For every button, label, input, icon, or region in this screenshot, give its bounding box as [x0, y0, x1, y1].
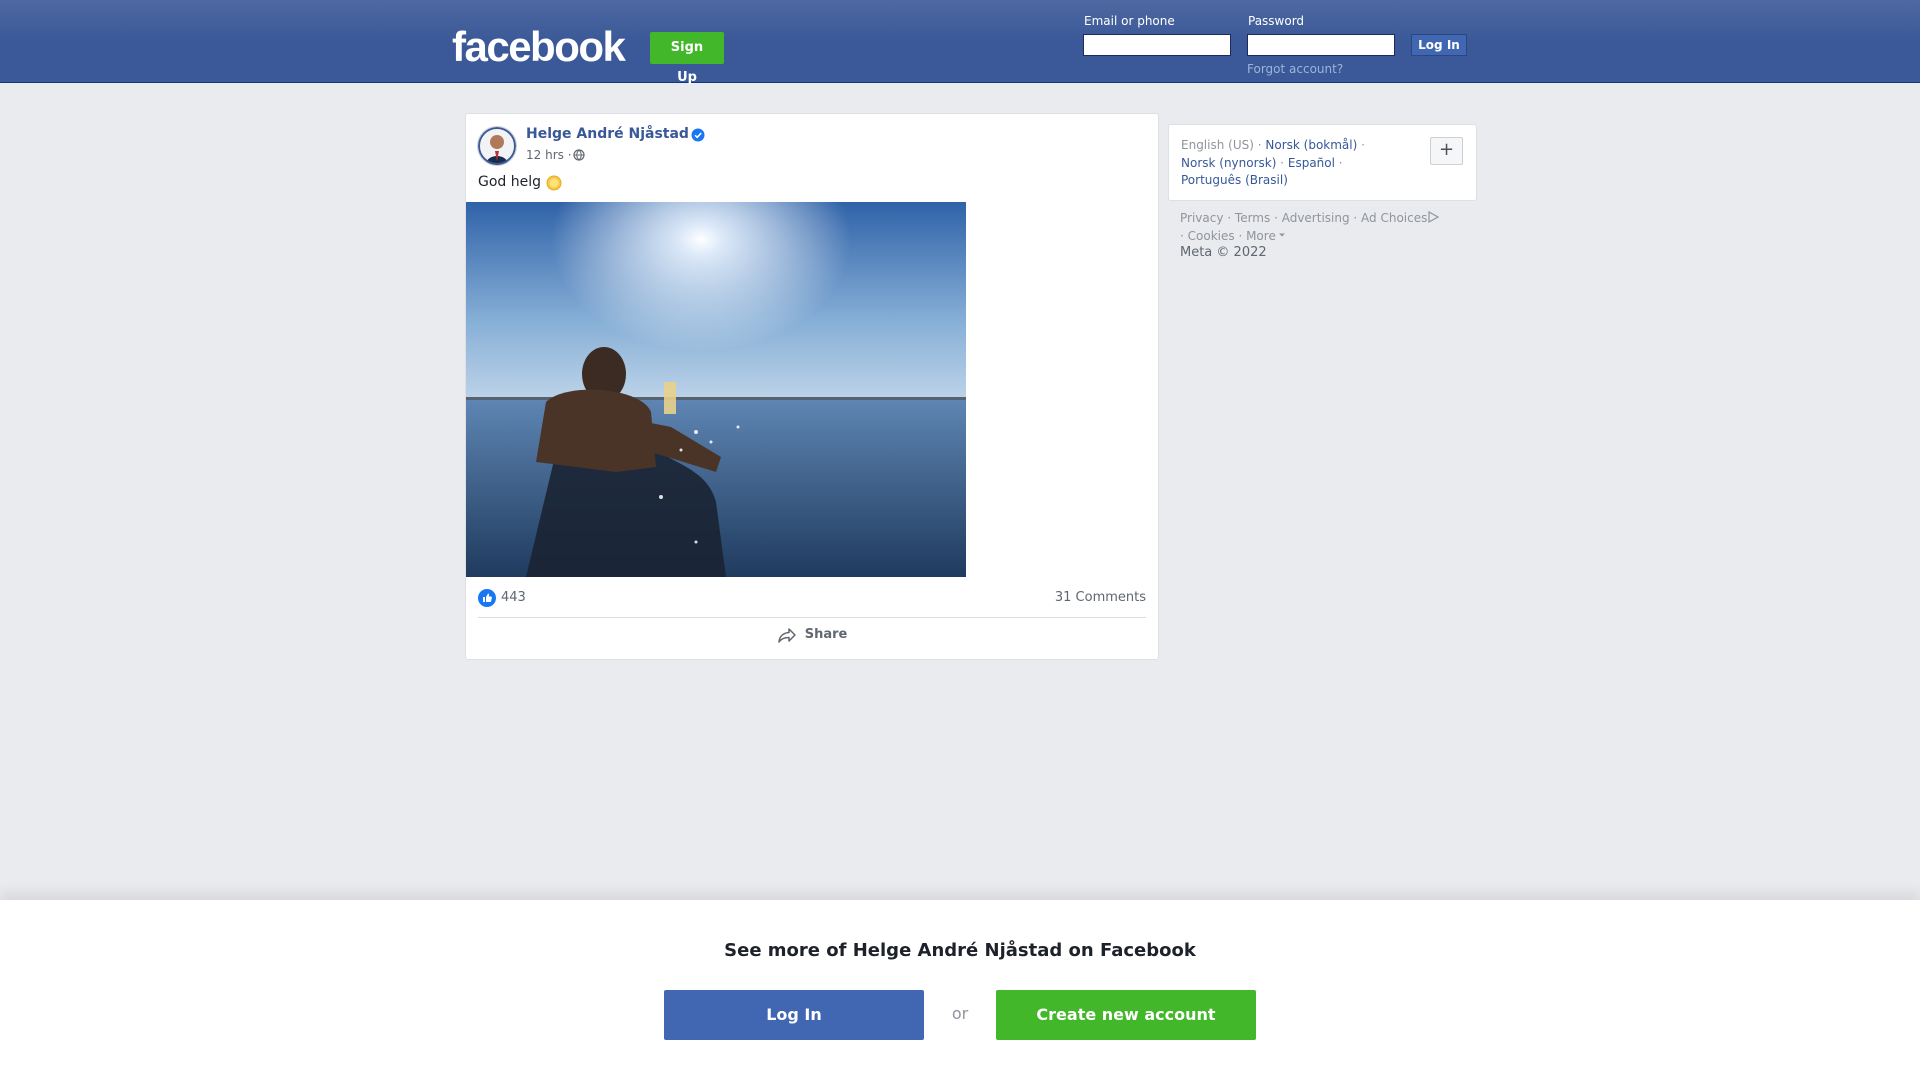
create-account-button[interactable]: Create new account	[996, 990, 1256, 1040]
post-card: Helge André Njåstad 12 hrs · God helg 44…	[465, 113, 1159, 660]
post-author-name[interactable]: Helge André Njåstad	[526, 126, 689, 142]
language-current: English (US)	[1181, 138, 1254, 152]
avatar[interactable]	[477, 126, 517, 166]
like-count[interactable]: 443	[501, 590, 526, 605]
footer-link-more[interactable]: More	[1246, 229, 1276, 243]
footer-link-privacy[interactable]: Privacy	[1180, 211, 1223, 225]
globe-icon	[573, 149, 585, 161]
more-languages-button[interactable]: +	[1430, 137, 1463, 165]
footer-link-terms[interactable]: Terms	[1235, 211, 1270, 225]
sign-up-button[interactable]: Sign Up	[650, 32, 724, 85]
verified-badge-icon	[691, 128, 705, 142]
language-selector: English (US) · Norsk (bokmål) · Norsk (n…	[1168, 124, 1477, 201]
top-navigation-bar: facebook Sign Up Email or phone Password…	[0, 0, 1920, 85]
language-list: English (US) · Norsk (bokmål) · Norsk (n…	[1181, 138, 1365, 187]
avatar-image	[478, 127, 516, 165]
facebook-logo[interactable]: facebook	[452, 22, 626, 72]
share-button[interactable]: Share	[466, 624, 1158, 652]
footer-link-ad-choices[interactable]: Ad Choices	[1361, 211, 1427, 225]
email-label: Email or phone	[1084, 14, 1175, 28]
login-prompt-title: See more of Helge André Njåstad on Faceb…	[724, 940, 1196, 961]
post-timestamp[interactable]: 12 hrs ·	[526, 148, 572, 162]
language-option-portugues[interactable]: Português (Brasil)	[1181, 173, 1288, 187]
login-button[interactable]: Log In	[1411, 34, 1467, 56]
ad-choices-icon	[1428, 210, 1440, 224]
language-option-norsk-bokmal[interactable]: Norsk (bokmål)	[1265, 138, 1357, 152]
sun-emoji-icon	[546, 175, 562, 191]
or-separator: or	[951, 1004, 969, 1023]
login-prompt-panel: See more of Helge André Njåstad on Faceb…	[0, 900, 1920, 1080]
bottom-login-button[interactable]: Log In	[664, 990, 924, 1040]
share-label: Share	[804, 627, 848, 642]
footer-links: Privacy · Terms · Advertising · Ad Choic…	[1180, 209, 1470, 245]
footer-link-advertising[interactable]: Advertising	[1282, 211, 1350, 225]
post-text: God helg	[478, 174, 542, 190]
language-option-espanol[interactable]: Español	[1288, 156, 1335, 170]
language-option-norsk-nynorsk[interactable]: Norsk (nynorsk)	[1181, 156, 1276, 170]
share-icon	[777, 627, 796, 643]
password-label: Password	[1248, 14, 1305, 28]
password-field[interactable]	[1247, 34, 1395, 56]
post-photo[interactable]	[466, 202, 966, 577]
like-reaction-icon[interactable]	[478, 589, 496, 607]
footer-link-cookies[interactable]: Cookies	[1188, 229, 1235, 243]
forgot-account-link[interactable]: Forgot account?	[1247, 62, 1343, 76]
post-divider	[478, 617, 1146, 618]
chevron-down-icon	[1278, 233, 1285, 237]
comments-count-link[interactable]: 31 Comments	[1055, 590, 1146, 605]
email-field[interactable]	[1083, 34, 1231, 56]
copyright-text: Meta © 2022	[1180, 245, 1267, 260]
